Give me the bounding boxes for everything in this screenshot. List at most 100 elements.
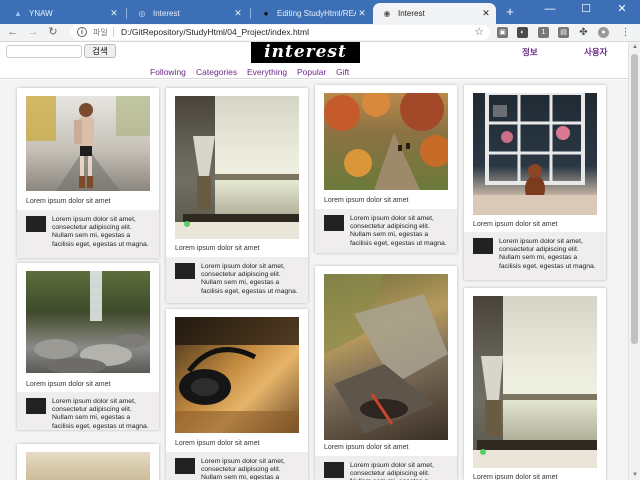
menu-everything[interactable]: Everything bbox=[247, 67, 287, 77]
pin-caption: Lorem ipsum dolor sit amet bbox=[175, 245, 260, 252]
scroll-up-arrow-icon[interactable]: ▲ bbox=[631, 44, 639, 50]
pin-card[interactable]: Lorem ipsum dolor sit amet Lorem ipsum d… bbox=[166, 309, 308, 480]
author-avatar[interactable] bbox=[324, 462, 344, 478]
pin-card[interactable]: Lorem ipsum dolor sit amet Lorem ipsum d… bbox=[464, 85, 606, 280]
pin-detail: Lorem ipsum dolor sit amet, consectetur … bbox=[166, 257, 308, 303]
pin-card[interactable]: Lorem ipsum dolor sit amet Lorem ipsum d… bbox=[17, 263, 159, 430]
pin-description: Lorem ipsum dolor sit amet, consectetur … bbox=[52, 398, 149, 430]
close-window-button[interactable]: ✕ bbox=[604, 0, 640, 20]
tab-divider bbox=[126, 8, 127, 19]
address-divider bbox=[113, 27, 114, 37]
info-link[interactable]: 정보 bbox=[522, 46, 538, 58]
minimize-button[interactable]: — bbox=[532, 0, 568, 20]
page-scrollbar[interactable]: ▲ ▼ bbox=[628, 42, 640, 480]
scroll-down-arrow-icon[interactable]: ▼ bbox=[631, 472, 639, 478]
profile-avatar-icon[interactable]: ● bbox=[598, 27, 609, 38]
address-bar[interactable]: i 파일 D:/GitRepository/StudyHtml/04_Proje… bbox=[70, 25, 490, 40]
maximize-button[interactable]: ☐ bbox=[568, 0, 604, 20]
extension-icon[interactable]: ▤ bbox=[558, 27, 569, 38]
pin-detail: Lorem ipsum dolor sit amet, consectetur … bbox=[17, 210, 159, 258]
web-page: 검색 interest 정보 사용자 Following Categories … bbox=[0, 42, 628, 480]
browser-tab-strip: ▲ YNAW ✕ ◎ Interest ✕ ● Editing StudyHtm… bbox=[0, 0, 640, 24]
user-link[interactable]: 사용자 bbox=[584, 46, 607, 58]
search-input[interactable] bbox=[6, 45, 82, 58]
puzzle-icon[interactable]: ✤ bbox=[578, 27, 589, 38]
forward-arrow-icon[interactable]: → bbox=[26, 25, 40, 39]
pin-photo-dog-window[interactable] bbox=[473, 93, 597, 215]
tab-interest-active[interactable]: ◉ Interest ✕ bbox=[373, 3, 496, 24]
new-tab-button[interactable]: + bbox=[503, 5, 517, 19]
globe-favicon-icon: ◉ bbox=[383, 9, 391, 18]
pin-photo-waterfall[interactable] bbox=[26, 271, 150, 373]
tab-divider bbox=[250, 8, 251, 19]
pin-card[interactable]: Lorem ipsum dolor sit amet bbox=[464, 288, 606, 480]
pin-caption: Lorem ipsum dolor sit amet bbox=[324, 197, 409, 204]
extension-icon[interactable]: ◐ bbox=[517, 27, 528, 38]
author-avatar[interactable] bbox=[473, 238, 493, 254]
pin-caption: Lorem ipsum dolor sit amet bbox=[26, 198, 111, 205]
pin-description: Lorem ipsum dolor sit amet, consectetur … bbox=[52, 216, 149, 248]
kebab-menu-icon[interactable]: ⋮ bbox=[620, 27, 631, 38]
pin-photo-headphones[interactable] bbox=[175, 317, 299, 433]
pin-photo-landscape[interactable] bbox=[26, 452, 150, 480]
menu-gift[interactable]: Gift bbox=[336, 67, 349, 77]
pin-card[interactable]: Lorem ipsum dolor sit amet Lorem ipsum d… bbox=[315, 266, 457, 480]
browser-toolbar: ← → ↻ i 파일 D:/GitRepository/StudyHtml/04… bbox=[0, 24, 640, 42]
search-button[interactable]: 검색 bbox=[84, 44, 116, 58]
page-favicon-icon: ◎ bbox=[138, 9, 146, 18]
pin-detail: Lorem ipsum dolor sit amet, consectetur … bbox=[17, 392, 159, 430]
tab-interest[interactable]: ◎ Interest ✕ bbox=[128, 3, 248, 24]
pin-caption: Lorem ipsum dolor sit amet bbox=[473, 221, 558, 228]
url-text[interactable]: D:/GitRepository/StudyHtml/04_Project/in… bbox=[121, 27, 309, 37]
author-avatar[interactable] bbox=[26, 398, 46, 414]
pin-card[interactable]: Lorem ipsum dolor sit amet Lorem ipsum d… bbox=[315, 85, 457, 253]
close-tab-icon[interactable]: ✕ bbox=[108, 8, 120, 19]
scrollbar-thumb[interactable] bbox=[631, 54, 638, 344]
file-scheme-label: 파일 bbox=[93, 28, 108, 37]
author-avatar[interactable] bbox=[26, 216, 46, 232]
pin-card[interactable] bbox=[17, 444, 159, 480]
author-avatar[interactable] bbox=[175, 263, 195, 279]
author-avatar[interactable] bbox=[175, 458, 195, 474]
pin-card[interactable]: Lorem ipsum dolor sit amet Lorem ipsum d… bbox=[166, 88, 308, 303]
close-tab-icon[interactable]: ✕ bbox=[356, 8, 368, 19]
tab-title: Editing StudyHtml/REA bbox=[277, 9, 356, 18]
pin-description: Lorem ipsum dolor sit amet, consectetur … bbox=[350, 462, 434, 480]
menu-categories[interactable]: Categories bbox=[196, 67, 237, 77]
pin-photo-window-sill[interactable] bbox=[175, 96, 299, 239]
pin-description: Lorem ipsum dolor sit amet, consectetur … bbox=[201, 263, 298, 295]
bookmark-star-icon[interactable]: ☆ bbox=[474, 25, 484, 38]
pin-caption: Lorem ipsum dolor sit amet bbox=[473, 474, 558, 480]
menu-following[interactable]: Following bbox=[150, 67, 186, 77]
pin-photo-woman[interactable] bbox=[26, 96, 150, 191]
extension-icon[interactable]: 1 bbox=[538, 27, 549, 38]
menu-popular[interactable]: Popular bbox=[297, 67, 326, 77]
pin-detail: Lorem ipsum dolor sit amet, consectetur … bbox=[166, 452, 308, 480]
pin-card[interactable]: Lorem ipsum dolor sit amet Lorem ipsum d… bbox=[17, 88, 159, 258]
info-icon[interactable]: i bbox=[77, 27, 87, 37]
back-arrow-icon[interactable]: ← bbox=[6, 25, 20, 39]
pin-caption: Lorem ipsum dolor sit amet bbox=[175, 440, 260, 447]
tab-ynaw[interactable]: ▲ YNAW ✕ bbox=[4, 3, 124, 24]
tab-title: YNAW bbox=[29, 9, 53, 18]
pin-description: Lorem ipsum dolor sit amet, consectetur … bbox=[350, 215, 447, 247]
category-menu: Following Categories Everything Popular … bbox=[0, 64, 628, 79]
ynaw-favicon-icon: ▲ bbox=[14, 9, 22, 18]
extension-icon[interactable]: ▣ bbox=[497, 27, 508, 38]
github-favicon-icon: ● bbox=[263, 9, 269, 18]
author-avatar[interactable] bbox=[324, 215, 344, 231]
tab-title: Interest bbox=[398, 9, 425, 18]
pin-detail: Lorem ipsum dolor sit amet, consectetur … bbox=[315, 456, 457, 480]
pin-caption: Lorem ipsum dolor sit amet bbox=[324, 444, 409, 451]
close-tab-icon[interactable]: ✕ bbox=[480, 8, 492, 19]
pin-detail: Lorem ipsum dolor sit amet, consectetur … bbox=[464, 232, 606, 280]
pin-caption: Lorem ipsum dolor sit amet bbox=[26, 381, 111, 388]
reload-icon[interactable]: ↻ bbox=[46, 25, 60, 39]
pin-photo-autumn-forest[interactable] bbox=[324, 93, 448, 190]
close-tab-icon[interactable]: ✕ bbox=[232, 8, 244, 19]
pin-photo-window-sill[interactable] bbox=[473, 296, 597, 468]
site-logo[interactable]: interest bbox=[251, 42, 360, 63]
tab-editing-studyhtml[interactable]: ● Editing StudyHtml/REA ✕ bbox=[252, 3, 372, 24]
pin-photo-rocky-stream[interactable] bbox=[324, 274, 448, 440]
pin-detail: Lorem ipsum dolor sit amet, consectetur … bbox=[315, 209, 457, 253]
